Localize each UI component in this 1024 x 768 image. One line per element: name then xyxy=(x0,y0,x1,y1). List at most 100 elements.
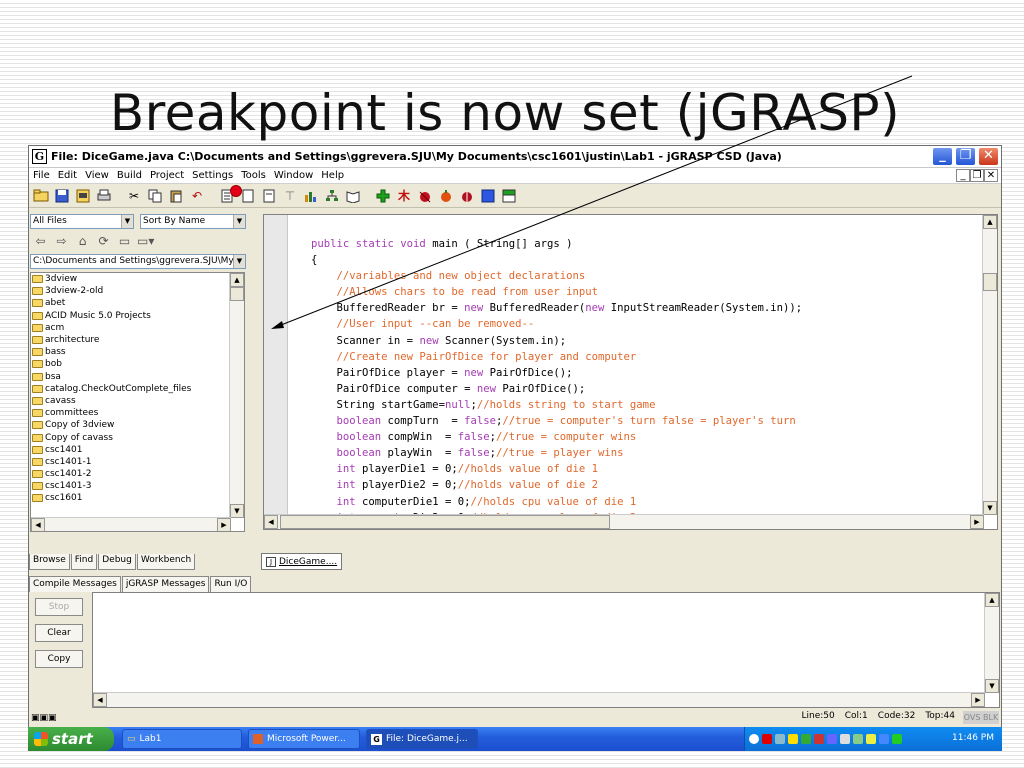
file-list-item[interactable]: catalog.CheckOutComplete_files xyxy=(31,383,244,395)
tray-app-icon[interactable] xyxy=(879,734,889,744)
copy-button[interactable]: Copy xyxy=(35,650,83,668)
messages-hscrollbar[interactable]: ◀ ▶ xyxy=(93,692,985,707)
file-list-item[interactable]: Copy of cavass xyxy=(31,431,244,443)
copy-icon[interactable] xyxy=(146,187,164,205)
scroll-left-icon[interactable]: ◀ xyxy=(264,515,278,529)
debug-icon[interactable] xyxy=(416,187,434,205)
tray-app-icon[interactable] xyxy=(801,734,811,744)
compile-icon[interactable] xyxy=(374,187,392,205)
taskbar-button-powerpoint[interactable]: Microsoft Power... xyxy=(248,729,360,749)
code-line[interactable]: Scanner in = new Scanner(System.in); xyxy=(311,333,802,349)
scroll-down-icon[interactable]: ▼ xyxy=(985,679,999,693)
sort-combo[interactable]: Sort By Name ▼ xyxy=(140,214,246,229)
mdi-close-button[interactable]: ✕ xyxy=(984,169,998,182)
code-area[interactable]: public static void main ( String[] args … xyxy=(311,236,802,526)
scroll-thumb[interactable] xyxy=(280,515,610,529)
code-line[interactable]: boolean compWin = false;//true = compute… xyxy=(311,429,802,445)
title-bar[interactable]: G File: DiceGame.java C:\Documents and S… xyxy=(29,146,1001,168)
scroll-down-icon[interactable]: ▼ xyxy=(230,504,244,518)
file-list-item[interactable]: csc1401-2 xyxy=(31,468,244,480)
cut-icon[interactable]: ✂ xyxy=(125,187,143,205)
mdi-restore-button[interactable]: ❐ xyxy=(970,169,984,182)
refresh-icon[interactable]: ⟳ xyxy=(95,233,112,249)
tab-run-io[interactable]: Run I/O xyxy=(210,576,252,592)
code-line[interactable]: { xyxy=(311,252,802,268)
scroll-up-icon[interactable]: ▲ xyxy=(230,273,244,287)
code-line[interactable]: PairOfDice computer = new PairOfDice(); xyxy=(311,381,802,397)
debug-applet-icon[interactable] xyxy=(458,187,476,205)
messages-vscrollbar[interactable]: ▲ ▼ xyxy=(984,593,999,693)
save-all-icon[interactable] xyxy=(74,187,92,205)
editor-hscrollbar[interactable]: ◀ ▶ xyxy=(264,514,984,529)
code-line[interactable]: public static void main ( String[] args … xyxy=(311,236,802,252)
jgrasp-app-icon[interactable]: G xyxy=(32,149,47,164)
scroll-right-icon[interactable]: ▶ xyxy=(970,515,984,529)
minimize-button[interactable]: _ xyxy=(932,147,953,166)
tab-browse[interactable]: Browse xyxy=(29,554,70,570)
file-list-item[interactable]: architecture xyxy=(31,334,244,346)
print-icon[interactable] xyxy=(95,187,113,205)
compile-messages-area[interactable]: ▲ ▼ ◀ ▶ xyxy=(92,592,1000,708)
home-folder-icon[interactable]: ⌂ xyxy=(74,233,91,249)
run-icon[interactable]: ⽊ xyxy=(395,187,413,205)
tab-compile-messages[interactable]: Compile Messages xyxy=(29,576,121,592)
tray-expand-icon[interactable] xyxy=(749,734,759,744)
open-folder-icon[interactable] xyxy=(32,187,50,205)
tray-app-icon[interactable] xyxy=(775,734,785,744)
book-icon[interactable] xyxy=(344,187,362,205)
file-list-item[interactable]: bsa xyxy=(31,371,244,383)
tray-app-icon[interactable] xyxy=(827,734,837,744)
volume-icon[interactable] xyxy=(840,734,850,744)
file-list-item[interactable]: acm xyxy=(31,322,244,334)
save-icon[interactable] xyxy=(53,187,71,205)
file-list-item[interactable]: bass xyxy=(31,346,244,358)
scroll-up-icon[interactable]: ▲ xyxy=(983,215,997,229)
file-list-item[interactable]: Copy of 3dview xyxy=(31,419,244,431)
scroll-left-icon[interactable]: ◀ xyxy=(93,693,107,707)
close-button[interactable]: ✕ xyxy=(978,147,999,166)
scroll-down-icon[interactable]: ▼ xyxy=(983,501,997,515)
code-line[interactable]: //User input --can be removed-- xyxy=(311,316,802,332)
start-button[interactable]: start xyxy=(28,727,114,751)
tray-app-icon[interactable] xyxy=(853,734,863,744)
restore-button[interactable]: ❐ xyxy=(955,147,976,166)
menu-window[interactable]: Window xyxy=(270,170,317,181)
code-line[interactable]: //Allows chars to be read from user inpu… xyxy=(311,284,802,300)
path-combo[interactable]: C:\Documents and Settings\ggrevera.SJU\M… xyxy=(30,254,246,269)
undo-icon[interactable]: ↶ xyxy=(188,187,206,205)
file-list-scrollbar[interactable]: ▲ ▼ xyxy=(229,273,244,518)
scroll-up-icon[interactable]: ▲ xyxy=(985,593,999,607)
folder-dropdown-icon[interactable]: ▭▾ xyxy=(137,233,154,249)
code-line[interactable]: PairOfDice player = new PairOfDice(); xyxy=(311,365,802,381)
mdi-minimize-button[interactable]: _ xyxy=(956,169,970,182)
folder-icon[interactable]: ▭ xyxy=(116,233,133,249)
blue-square-icon[interactable] xyxy=(479,187,497,205)
file-list-item[interactable]: 3dview xyxy=(31,273,244,285)
tray-app-icon[interactable] xyxy=(814,734,824,744)
scroll-right-icon[interactable]: ▶ xyxy=(217,518,231,531)
pin-icon[interactable]: ⊤ xyxy=(281,187,299,205)
editor-vscrollbar[interactable]: ▲ ▼ xyxy=(982,215,997,515)
menu-project[interactable]: Project xyxy=(146,170,188,181)
tab-find[interactable]: Find xyxy=(70,554,98,570)
code-line[interactable]: BufferedReader br = new BufferedReader(n… xyxy=(311,300,803,316)
breakpoint-gutter[interactable] xyxy=(264,215,288,529)
taskbar-button-lab1[interactable]: ▭ Lab1 xyxy=(122,729,242,749)
file-list-item[interactable]: csc1601 xyxy=(31,492,244,504)
document-tab[interactable]: J DiceGame.... xyxy=(261,553,343,570)
tray-app-icon[interactable] xyxy=(788,734,798,744)
file-list-hscrollbar[interactable]: ◀ ▶ xyxy=(31,517,231,531)
stop-button[interactable]: Stop xyxy=(35,598,83,616)
code-line[interactable]: int playerDie1 = 0;//holds value of die … xyxy=(311,461,802,477)
tab-jgrasp-messages[interactable]: jGRASP Messages xyxy=(121,576,210,592)
layout-icon[interactable]: ▣▣▣ xyxy=(31,713,57,723)
scroll-left-icon[interactable]: ◀ xyxy=(31,518,45,531)
breakpoint-marker[interactable] xyxy=(230,185,242,197)
split-window-icon[interactable] xyxy=(500,187,518,205)
forward-arrow-icon[interactable]: ⇨ xyxy=(53,233,70,249)
taskbar-button-jgrasp[interactable]: G File: DiceGame.j... xyxy=(366,729,478,749)
menu-edit[interactable]: Edit xyxy=(54,170,81,181)
file-list-item[interactable]: 3dview-2-old xyxy=(31,285,244,297)
menu-settings[interactable]: Settings xyxy=(188,170,237,181)
uml-chart-icon[interactable] xyxy=(302,187,320,205)
